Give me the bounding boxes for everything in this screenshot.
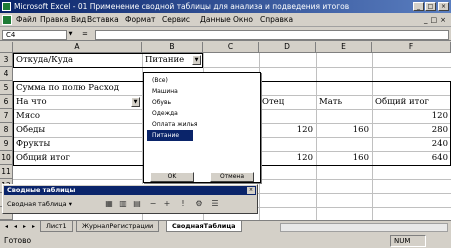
cell-e8[interactable]: 160 [316, 123, 372, 137]
cell-f7[interactable]: 120 [372, 109, 451, 123]
menu-window[interactable]: Окно [233, 13, 253, 27]
cell-a9[interactable]: Фрукты [13, 137, 142, 151]
filter-item-shoes[interactable]: Обувь [147, 97, 257, 108]
column-header-a[interactable]: A [13, 42, 142, 53]
first-sheet-icon[interactable]: ◂ [2, 222, 11, 232]
filter-item-food[interactable]: Питание [147, 130, 193, 141]
row-header-11[interactable]: 11 [0, 165, 13, 179]
filter-item-all[interactable]: (Все) [147, 75, 257, 86]
horizontal-scrollbar[interactable] [280, 223, 448, 232]
tab-journal[interactable]: ЖурналРегистрации [76, 221, 160, 232]
prev-sheet-icon[interactable]: ◂ [11, 222, 20, 232]
cell-a7[interactable]: Мясо [13, 109, 142, 123]
menu-edit[interactable]: Правка [40, 13, 69, 27]
menu-format[interactable]: Формат [125, 13, 155, 27]
refresh-icon[interactable]: ! [177, 198, 189, 210]
filter-item-housing[interactable]: Оплата жилья [147, 119, 257, 130]
row-header-5[interactable]: 5 [0, 81, 13, 95]
format-report-icon[interactable]: ▦ [103, 198, 115, 210]
cell-f6[interactable]: Общий итог [372, 95, 451, 109]
menu-file[interactable]: Файл [16, 13, 37, 27]
cell-d10[interactable]: 120 [259, 151, 316, 165]
equals-icon: = [82, 30, 88, 38]
minimize-button[interactable]: _ [413, 2, 424, 11]
column-header-b[interactable]: B [142, 42, 203, 53]
cell-d6[interactable]: Отец [259, 95, 316, 109]
filter-list[interactable]: (Все) Машина Обувь Одежда Оплата жилья П… [147, 75, 257, 158]
chart-wizard-icon[interactable]: ▥ [117, 198, 129, 210]
tab-pivot[interactable]: СводнаяТаблица [166, 221, 242, 232]
cell-a8[interactable]: Обеды [13, 123, 142, 137]
excel-app-icon [2, 2, 11, 11]
close-button[interactable]: × [438, 2, 449, 11]
row-header-9[interactable]: 9 [0, 137, 13, 151]
cell-e10[interactable]: 160 [316, 151, 372, 165]
page-field-filter-dropdown: (Все) Машина Обувь Одежда Оплата жилья П… [143, 72, 261, 183]
row-header-3[interactable]: 3 [0, 53, 13, 67]
hide-detail-icon[interactable]: − [147, 198, 159, 210]
sheet-tabs-bar: ◂ ◂ ▸ ▸ Лист1 ЖурналРегистрации СводнаяТ… [0, 220, 451, 233]
name-box[interactable]: C4 [2, 30, 74, 40]
maximize-button[interactable]: □ [425, 2, 436, 11]
filter-item-car[interactable]: Машина [147, 86, 257, 97]
menu-tools[interactable]: Сервис [162, 13, 190, 27]
row-header-8[interactable]: 8 [0, 123, 13, 137]
menu-insert[interactable]: Вставка [87, 13, 119, 27]
select-all-corner[interactable] [0, 42, 13, 53]
menu-data[interactable]: Данные [200, 13, 231, 27]
formula-input[interactable] [95, 30, 449, 40]
column-header-d[interactable]: D [259, 42, 316, 53]
window-title: Microsoft Excel - 01 Применение сводной … [14, 2, 350, 11]
toolbar-title: Сводные таблицы [4, 186, 256, 195]
cell-a10[interactable]: Общий итог [13, 151, 142, 165]
pivot-table-menu-button[interactable]: Сводная таблица ▾ [7, 200, 72, 208]
menu-bar: Файл Правка Вид Вставка Формат Сервис Да… [0, 13, 451, 27]
last-sheet-icon[interactable]: ▸ [29, 222, 38, 232]
cell-a6[interactable]: На что [13, 95, 131, 109]
cell-f9[interactable]: 240 [372, 137, 451, 151]
next-sheet-icon[interactable]: ▸ [20, 222, 29, 232]
cell-b3[interactable]: Питание [142, 53, 192, 67]
column-header-f[interactable]: F [372, 42, 451, 53]
page-field-dropdown-icon[interactable]: ▼ [192, 55, 201, 65]
column-header-c[interactable]: C [203, 42, 259, 53]
menu-view[interactable]: Вид [71, 13, 86, 27]
cell-f8[interactable]: 280 [372, 123, 451, 137]
cell-f10[interactable]: 640 [372, 151, 451, 165]
numlock-indicator: NUM [390, 235, 426, 247]
filter-item-clothes[interactable]: Одежда [147, 108, 257, 119]
status-bar: Готово NUM [0, 234, 451, 248]
field-settings-icon[interactable]: ⚙ [193, 198, 205, 210]
status-text: Готово [4, 236, 32, 245]
formula-bar: C4 ▼ = [0, 29, 451, 41]
row-header-4[interactable]: 4 [0, 67, 13, 81]
column-header-e[interactable]: E [316, 42, 372, 53]
pivot-table-toolbar: Сводные таблицы × Сводная таблица ▾ ▦ ▥ … [2, 184, 258, 214]
cancel-button[interactable]: Отмена [210, 172, 254, 182]
row-header-10[interactable]: 10 [0, 151, 13, 165]
row-header-7[interactable]: 7 [0, 109, 13, 123]
name-box-dropdown-icon[interactable]: ▼ [66, 30, 74, 40]
workbook-icon[interactable] [2, 15, 12, 25]
title-bar: Microsoft Excel - 01 Применение сводной … [0, 0, 451, 13]
toolbar-close-icon[interactable]: × [247, 187, 255, 194]
document-window-controls[interactable]: _□× [424, 13, 449, 27]
cell-d8[interactable]: 120 [259, 123, 316, 137]
row-field-dropdown-icon[interactable]: ▼ [131, 97, 140, 107]
field-list-icon[interactable]: ☰ [209, 198, 221, 210]
menu-help[interactable]: Справка [260, 13, 293, 27]
cell-a3[interactable]: Откуда/Куда [13, 53, 142, 67]
pivot-table-menu-label: Сводная таблица [7, 200, 67, 208]
row-header-6[interactable]: 6 [0, 95, 13, 109]
tab-sheet1[interactable]: Лист1 [40, 221, 73, 232]
wizard-icon[interactable]: ▤ [131, 198, 143, 210]
show-detail-icon[interactable]: + [161, 198, 173, 210]
cell-e6[interactable]: Мать [316, 95, 372, 109]
ok-button[interactable]: OK [150, 172, 194, 182]
